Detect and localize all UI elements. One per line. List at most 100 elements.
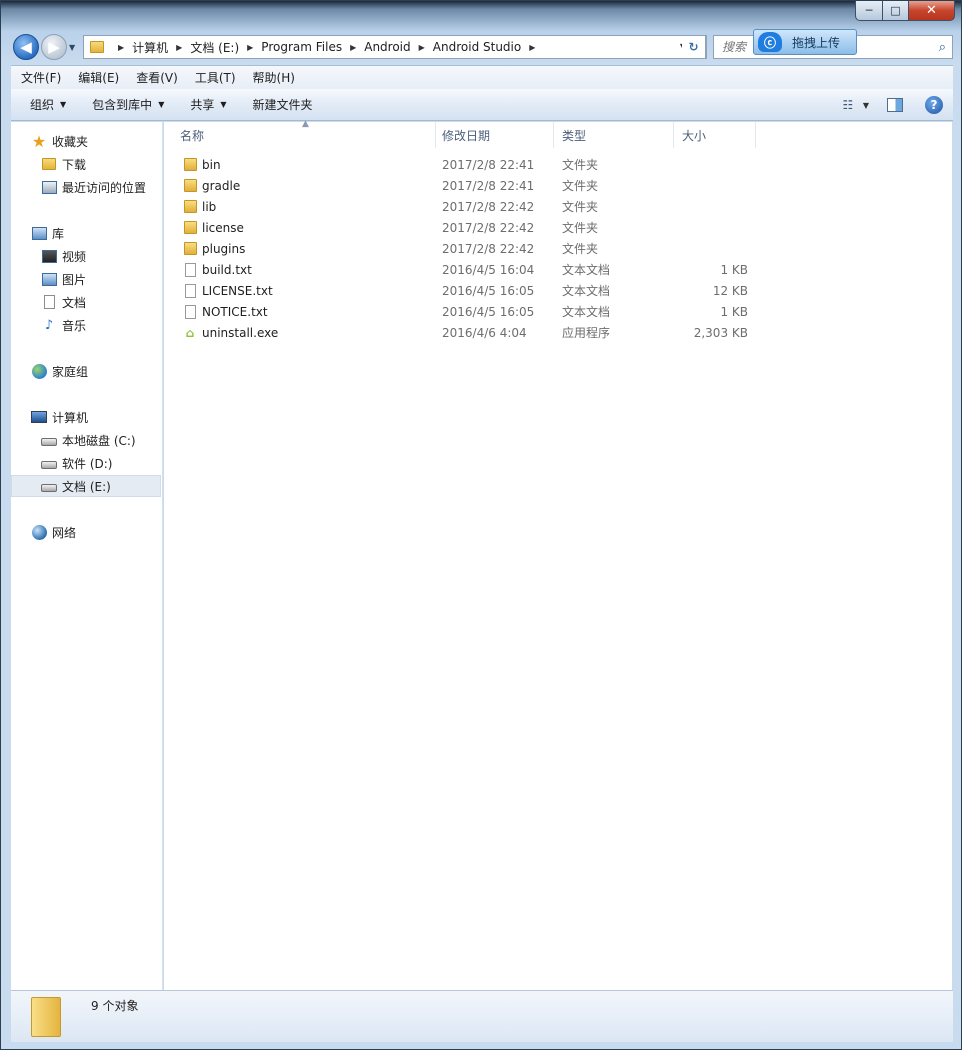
folder-icon [182, 157, 198, 173]
sidebar-favorites[interactable]: ★ 收藏夹 [11, 130, 161, 152]
sidebar-libraries[interactable]: 库 [11, 222, 161, 244]
sidebar-network-label: 网络 [52, 525, 77, 540]
column-header-date[interactable]: 修改日期 [434, 122, 554, 148]
chevron-down-icon: ▼ [220, 100, 227, 109]
file-type: 文件夹 [562, 158, 599, 172]
address-bar[interactable]: ▶ 计算机 ▶ 文档 (E:) ▶ Program Files ▶ Androi… [83, 35, 707, 59]
file-row[interactable]: LICENSE.txt 2016/4/5 16:05 文本文档 12 KB [164, 280, 764, 301]
organize-button[interactable]: 组织 ▼ [30, 96, 66, 113]
change-view-icon[interactable]: ☷ [837, 94, 859, 116]
chevron-right-icon[interactable]: ▶ [118, 43, 124, 52]
folder-icon [182, 241, 198, 257]
sidebar-network[interactable]: 网络 [11, 521, 161, 543]
preview-pane-icon[interactable] [887, 98, 903, 112]
sidebar-item-pictures[interactable]: 图片 [11, 268, 161, 290]
chevron-right-icon[interactable]: ▶ [419, 43, 425, 52]
file-row[interactable]: build.txt 2016/4/5 16:04 文本文档 1 KB [164, 259, 764, 280]
column-header-name[interactable]: 名称 ▲ [172, 119, 436, 148]
file-size: 12 KB [712, 283, 748, 298]
recent-pages-dropdown-icon[interactable]: ▼ [69, 43, 75, 52]
command-toolbar: 组织 ▼ 包含到库中 ▼ 共享 ▼ 新建文件夹 ☷ ▼ ? [11, 89, 953, 121]
file-row[interactable]: ⌂ uninstall.exe 2016/4/6 4:04 应用程序 2,303 … [164, 322, 764, 343]
menu-view[interactable]: 查看(V) [136, 69, 178, 86]
file-name: bin [202, 157, 221, 172]
include-library-button[interactable]: 包含到库中 ▼ [92, 96, 164, 113]
sidebar-homegroup[interactable]: 家庭组 [11, 360, 161, 382]
column-header-type[interactable]: 类型 [554, 122, 674, 148]
drag-upload-button[interactable]: ⓒ 拖拽上传 [753, 29, 857, 55]
breadcrumb-program-files[interactable]: Program Files [261, 36, 342, 58]
file-date: 2016/4/6 4:04 [442, 325, 527, 340]
file-date: 2017/2/8 22:41 [442, 157, 535, 172]
file-date: 2017/2/8 22:42 [442, 241, 535, 256]
explorer-window: ─ □ ✕ ◀ ▶ ▼ ▶ 计算机 ▶ 文档 (E:) ▶ Program Fi… [0, 0, 962, 1050]
recent-places-icon [41, 179, 57, 195]
chevron-right-icon[interactable]: ▶ [247, 43, 253, 52]
breadcrumb-android-studio[interactable]: Android Studio [433, 36, 521, 58]
forward-button[interactable]: ▶ [41, 34, 67, 60]
breadcrumb-drive-e[interactable]: 文档 (E:) [190, 36, 239, 58]
sidebar-item-label: 本地磁盘 (C:) [62, 433, 136, 448]
file-row[interactable]: NOTICE.txt 2016/4/5 16:05 文本文档 1 KB [164, 301, 764, 322]
file-size [638, 217, 748, 238]
file-date: 2017/2/8 22:41 [442, 178, 535, 193]
column-header-label: 名称 [180, 128, 205, 143]
navigation-pane: ★ 收藏夹 下载 最近访问的位置 库 视频 图片 文档 ♪ 音乐 家庭组 计算机… [11, 122, 163, 990]
sidebar-computer[interactable]: 计算机 [11, 406, 161, 428]
chevron-right-icon[interactable]: ▶ [176, 43, 182, 52]
share-label: 共享 [190, 98, 215, 112]
sidebar-item-downloads[interactable]: 下载 [11, 153, 161, 175]
new-folder-button[interactable]: 新建文件夹 [253, 96, 313, 113]
network-icon [31, 524, 47, 540]
homegroup-icon [31, 363, 47, 379]
chevron-right-icon[interactable]: ▶ [529, 43, 535, 52]
toolbar-right-group: ☷ ▼ ? [837, 94, 943, 116]
breadcrumb-android[interactable]: Android [364, 36, 410, 58]
file-row[interactable]: plugins 2017/2/8 22:42 文件夹 [164, 238, 764, 259]
refresh-button[interactable]: ↻ [682, 35, 706, 59]
sidebar-item-drive-e[interactable]: 文档 (E:) [11, 475, 161, 497]
file-date: 2016/4/5 16:04 [442, 262, 535, 277]
sidebar-item-documents[interactable]: 文档 [11, 291, 161, 313]
menu-file[interactable]: 文件(F) [21, 69, 61, 86]
file-size: 1 KB [720, 304, 748, 319]
back-button[interactable]: ◀ [13, 34, 39, 60]
file-size: 2,303 KB [693, 325, 748, 340]
file-row[interactable]: bin 2017/2/8 22:41 文件夹 [164, 154, 764, 175]
sidebar-item-drive-d[interactable]: 软件 (D:) [11, 452, 161, 474]
menu-tools[interactable]: 工具(T) [195, 69, 236, 86]
file-row[interactable]: lib 2017/2/8 22:42 文件夹 [164, 196, 764, 217]
file-row[interactable]: license 2017/2/8 22:42 文件夹 [164, 217, 764, 238]
column-header-size[interactable]: 大小 [674, 122, 756, 148]
sidebar-item-videos[interactable]: 视频 [11, 245, 161, 267]
file-type: 文件夹 [562, 221, 599, 235]
sidebar-item-label: 软件 (D:) [62, 456, 113, 471]
sidebar-favorites-label: 收藏夹 [52, 134, 89, 149]
sidebar-item-drive-c[interactable]: 本地磁盘 (C:) [11, 429, 161, 451]
drive-icon [41, 455, 57, 471]
column-header-label: 大小 [682, 128, 707, 143]
sidebar-item-music[interactable]: ♪ 音乐 [11, 314, 161, 336]
minimize-button[interactable]: ─ [855, 1, 883, 21]
search-icon[interactable]: ⌕ [939, 40, 946, 55]
file-row[interactable]: gradle 2017/2/8 22:41 文件夹 [164, 175, 764, 196]
window-caption-buttons: ─ □ ✕ [855, 1, 955, 21]
drive-icon [41, 432, 57, 448]
file-name: lib [202, 199, 217, 214]
close-button[interactable]: ✕ [909, 1, 955, 21]
share-button[interactable]: 共享 ▼ [190, 96, 226, 113]
refresh-icon: ↻ [688, 40, 699, 54]
help-icon[interactable]: ? [925, 96, 943, 114]
folder-icon [182, 220, 198, 236]
menu-edit[interactable]: 编辑(E) [78, 69, 119, 86]
file-size [638, 238, 748, 259]
computer-icon [31, 409, 47, 425]
file-type: 文件夹 [562, 200, 599, 214]
breadcrumb-computer[interactable]: 计算机 [132, 36, 168, 58]
menu-help[interactable]: 帮助(H) [253, 69, 295, 86]
file-list: 名称 ▲ 修改日期 类型 大小 bin 2017/2/8 22:41 文件夹 g… [164, 119, 952, 990]
sidebar-item-recent-places[interactable]: 最近访问的位置 [11, 176, 161, 198]
view-options-dropdown-icon[interactable]: ▼ [863, 101, 869, 110]
maximize-button[interactable]: □ [883, 1, 909, 21]
chevron-right-icon[interactable]: ▶ [350, 43, 356, 52]
